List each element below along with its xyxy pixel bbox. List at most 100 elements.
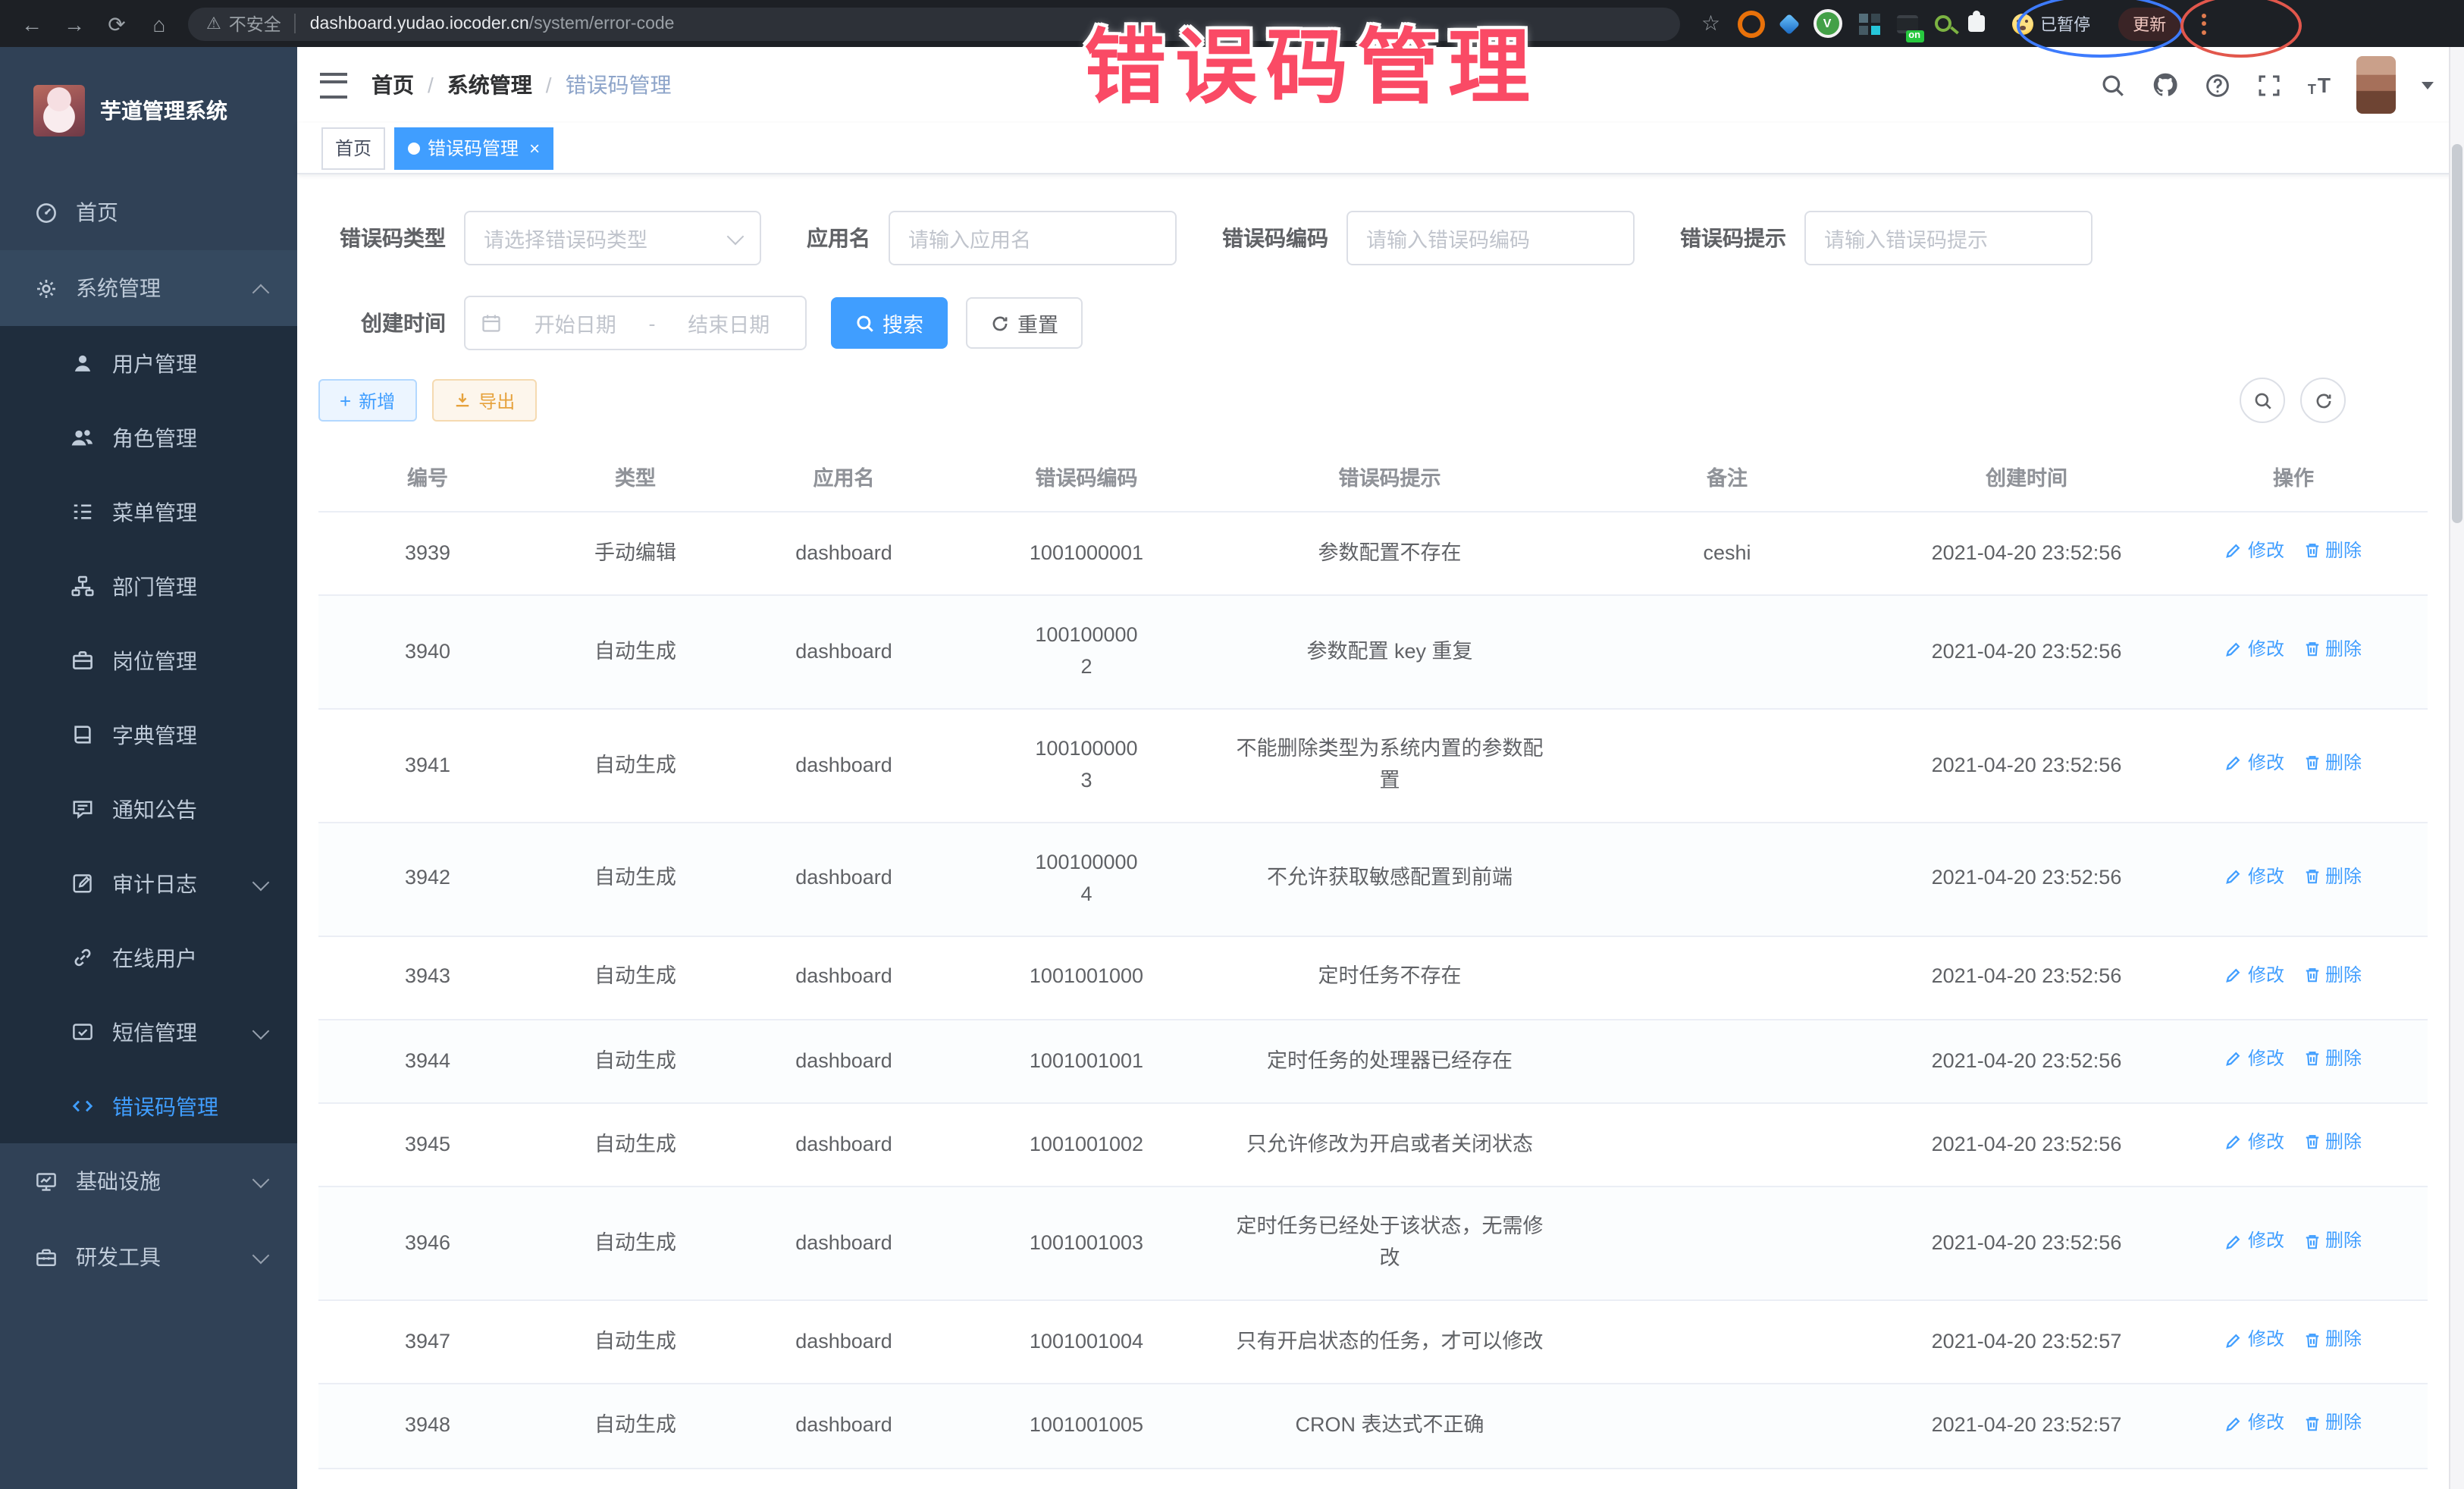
error-code-input[interactable]: 请输入错误码编码 bbox=[1346, 211, 1635, 265]
forward-icon[interactable]: → bbox=[58, 7, 91, 40]
sidebar-item-首页[interactable]: 首页 bbox=[0, 174, 297, 250]
column-header-错误码编码: 错误码编码 bbox=[954, 441, 1219, 512]
sidebar-item-审计日志[interactable]: 审计日志 bbox=[0, 846, 297, 920]
date-range-picker[interactable]: 开始日期 - 结束日期 bbox=[464, 296, 807, 350]
table-row: 3947自动生成dashboard1001001004只有开启状态的任务，才可以… bbox=[318, 1301, 2428, 1384]
error-type-select[interactable]: 请选择错误码类型 bbox=[464, 211, 761, 265]
vue-devtools-extension-icon[interactable]: V bbox=[1813, 9, 1842, 38]
app-name-input[interactable]: 请输入应用名 bbox=[889, 211, 1177, 265]
edit-link[interactable]: 修改 bbox=[2225, 1128, 2284, 1156]
address-bar[interactable]: ⚠ 不安全 dashboard.yudao.iocoder.cn /system… bbox=[188, 7, 1680, 40]
chevron-down-icon[interactable] bbox=[2422, 81, 2434, 89]
key-extension-icon[interactable] bbox=[1934, 15, 1951, 32]
help-icon[interactable] bbox=[2205, 72, 2230, 98]
sidebar-item-菜单管理[interactable]: 菜单管理 bbox=[0, 475, 297, 549]
export-button[interactable]: 导出 bbox=[431, 379, 536, 422]
reload-icon[interactable]: ⟳ bbox=[100, 7, 133, 40]
paused-extension-button[interactable]: 已暂停 bbox=[2001, 8, 2101, 39]
orange-target-extension-icon[interactable] bbox=[1737, 10, 1764, 37]
avatar[interactable] bbox=[2356, 56, 2396, 114]
close-icon[interactable]: × bbox=[529, 139, 540, 157]
sidebar-item-label: 审计日志 bbox=[112, 868, 197, 898]
github-icon[interactable] bbox=[2152, 71, 2179, 99]
edit-label: 修改 bbox=[2248, 749, 2284, 777]
breadcrumb-item-首页[interactable]: 首页 bbox=[371, 70, 414, 100]
reset-button[interactable]: 重置 bbox=[966, 297, 1083, 349]
sidebar-item-label: 用户管理 bbox=[112, 348, 197, 378]
switch-on-extension-icon[interactable] bbox=[1896, 14, 1917, 33]
edit-square-icon bbox=[70, 871, 94, 895]
edit-pen-icon bbox=[2225, 1415, 2243, 1433]
sidebar-item-用户管理[interactable]: 用户管理 bbox=[0, 326, 297, 400]
tag-首页[interactable]: 首页 bbox=[321, 127, 385, 169]
hamburger-icon[interactable] bbox=[320, 72, 347, 98]
delete-link[interactable]: 删除 bbox=[2303, 749, 2362, 777]
sidebar-item-部门管理[interactable]: 部门管理 bbox=[0, 549, 297, 623]
delete-link[interactable]: 删除 bbox=[2303, 1227, 2362, 1255]
delete-link[interactable]: 删除 bbox=[2303, 862, 2362, 890]
scrollbar-thumb[interactable] bbox=[2452, 144, 2462, 523]
briefcase-icon bbox=[70, 648, 94, 672]
search-icon[interactable] bbox=[2100, 72, 2126, 98]
table-row: 3943自动生成dashboard1001001000定时任务不存在2021-0… bbox=[318, 936, 2428, 1020]
edit-link[interactable]: 修改 bbox=[2225, 1227, 2284, 1255]
sidebar-item-研发工具[interactable]: 研发工具 bbox=[0, 1219, 297, 1295]
delete-link[interactable]: 删除 bbox=[2303, 1128, 2362, 1156]
cell-actions: 修改删除 bbox=[2159, 823, 2428, 936]
sidebar-item-基础设施[interactable]: 基础设施 bbox=[0, 1143, 297, 1219]
sidebar-item-系统管理[interactable]: 系统管理 bbox=[0, 250, 297, 326]
delete-link[interactable]: 删除 bbox=[2303, 961, 2362, 989]
sidebar-item-岗位管理[interactable]: 岗位管理 bbox=[0, 623, 297, 697]
cell-created: 2021-04-20 23:52:57 bbox=[1894, 1384, 2159, 1468]
delete-link[interactable]: 删除 bbox=[2303, 1045, 2362, 1073]
sidebar-item-字典管理[interactable]: 字典管理 bbox=[0, 697, 297, 772]
edit-link[interactable]: 修改 bbox=[2225, 537, 2284, 565]
breadcrumb-separator: / bbox=[546, 73, 552, 97]
edit-pen-icon bbox=[2225, 1133, 2243, 1152]
edit-link[interactable]: 修改 bbox=[2225, 961, 2284, 989]
browser-menu-icon[interactable] bbox=[2201, 13, 2212, 34]
cell-actions: 修改删除 bbox=[2159, 512, 2428, 595]
cell-msg: CRON 表达式不正确 bbox=[1219, 1384, 1560, 1468]
puzzle-extension-icon[interactable] bbox=[1967, 15, 1984, 32]
edit-link[interactable]: 修改 bbox=[2225, 749, 2284, 777]
sidebar-logo[interactable]: 芋道管理系统 bbox=[0, 47, 297, 174]
sidebar-item-错误码管理[interactable]: 错误码管理 bbox=[0, 1069, 297, 1143]
sidebar-item-在线用户[interactable]: 在线用户 bbox=[0, 920, 297, 995]
chrome-update-button[interactable]: 更新 bbox=[2118, 7, 2181, 40]
edit-link[interactable]: 修改 bbox=[2225, 1409, 2284, 1437]
search-button[interactable]: 搜索 bbox=[831, 297, 948, 349]
edit-link[interactable]: 修改 bbox=[2225, 635, 2284, 663]
font-size-icon[interactable]: TT bbox=[2308, 73, 2331, 97]
cell-id: 3940 bbox=[318, 595, 537, 709]
grid-extension-icon[interactable] bbox=[1858, 13, 1867, 22]
page-scrollbar[interactable] bbox=[2449, 47, 2464, 1489]
home-icon[interactable]: ⌂ bbox=[143, 7, 176, 40]
show-search-button[interactable] bbox=[2240, 378, 2285, 423]
sidebar-item-短信管理[interactable]: 短信管理 bbox=[0, 995, 297, 1069]
delete-label: 删除 bbox=[2325, 961, 2362, 989]
delete-link[interactable]: 删除 bbox=[2303, 635, 2362, 663]
delete-link[interactable]: 删除 bbox=[2303, 1326, 2362, 1354]
edit-link[interactable]: 修改 bbox=[2225, 1326, 2284, 1354]
sidebar-item-角色管理[interactable]: 角色管理 bbox=[0, 400, 297, 475]
back-icon[interactable]: ← bbox=[15, 7, 49, 40]
add-button[interactable]: + 新增 bbox=[318, 379, 416, 422]
breadcrumb-item-系统管理[interactable]: 系统管理 bbox=[447, 70, 532, 100]
cell-app: dashboard bbox=[734, 512, 954, 595]
sidebar-item-通知公告[interactable]: 通知公告 bbox=[0, 772, 297, 846]
cell-msg: 参数配置 key 重复 bbox=[1219, 595, 1560, 709]
blue-gem-extension-icon[interactable] bbox=[1778, 13, 1799, 34]
chevron-down-icon bbox=[252, 1171, 270, 1189]
edit-link[interactable]: 修改 bbox=[2225, 862, 2284, 890]
error-hint-input[interactable]: 请输入错误码提示 bbox=[1804, 211, 2093, 265]
delete-link[interactable]: 删除 bbox=[2303, 1409, 2362, 1437]
fullscreen-icon[interactable] bbox=[2256, 72, 2282, 98]
trash-icon bbox=[2303, 1331, 2321, 1349]
tag-错误码管理[interactable]: 错误码管理× bbox=[394, 127, 553, 169]
bookmark-star-icon[interactable]: ☆ bbox=[1701, 11, 1720, 36]
refresh-button[interactable] bbox=[2300, 378, 2346, 423]
sidebar-submenu: 用户管理角色管理菜单管理部门管理岗位管理字典管理通知公告审计日志在线用户短信管理… bbox=[0, 326, 297, 1143]
edit-link[interactable]: 修改 bbox=[2225, 1045, 2284, 1073]
delete-link[interactable]: 删除 bbox=[2303, 537, 2362, 565]
